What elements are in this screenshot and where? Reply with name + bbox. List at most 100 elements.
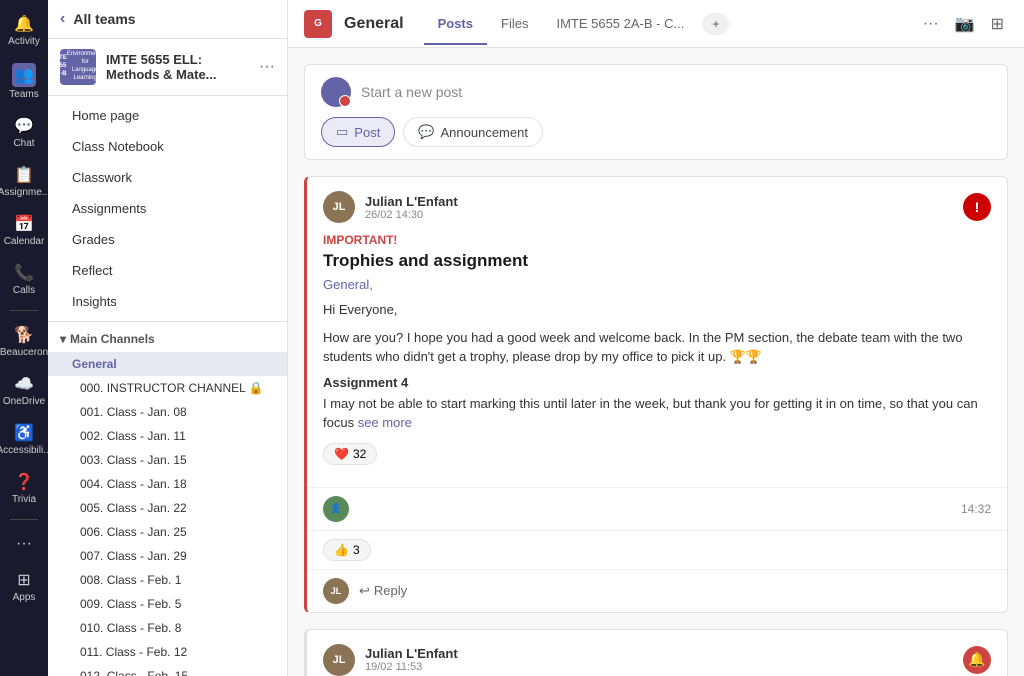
sidebar-label-apps: Apps [13,592,36,603]
post-tag-1[interactable]: General, [323,277,991,292]
header-tabs: Posts Files IMTE 5655 2A-B - C... + [424,2,730,45]
thread-user-avatar: 👤 [323,496,349,522]
tab-posts[interactable]: Posts [424,2,487,45]
post-body-intro-1: Hi Everyone, [323,300,991,320]
sidebar-item-beauceron[interactable]: 🐕 Beauceron [0,319,48,364]
post-card-2: JL Julian L'Enfant 19/02 11:53 🔔 Norton,… [304,629,1008,676]
sidebar-item-calendar[interactable]: 📅 Calendar [0,208,48,253]
channel-011[interactable]: 011. Class - Feb. 12 [48,640,287,664]
important-label: IMPORTANT! [323,233,991,247]
activity-icon: 🔔 [14,14,34,34]
video-call-button[interactable]: 📷 [951,10,979,38]
sidebar-label-activity: Activity [8,36,40,47]
sidebar-item-onedrive[interactable]: ☁️ OneDrive [0,368,48,413]
expand-button[interactable]: ⊞ [987,10,1008,38]
header-actions: ··· 📷 ⊞ [919,10,1008,38]
reply-btn-area: JL ↩ Reply [307,569,1007,612]
reactions-1: ❤️ 32 [323,443,991,465]
nav-insights[interactable]: Insights [48,286,287,317]
sidebar-item-more[interactable]: ··· [0,528,48,560]
add-tab-button[interactable]: + [702,13,729,35]
channel-002[interactable]: 002. Class - Jan. 11 [48,424,287,448]
reply-button[interactable]: ↩ Reply [359,583,407,599]
channel-009[interactable]: 009. Class - Feb. 5 [48,592,287,616]
channel-003[interactable]: 003. Class - Jan. 15 [48,448,287,472]
nav-class-notebook[interactable]: Class Notebook [48,131,287,162]
heart-emoji: ❤️ [334,447,349,461]
channel-icon: G [304,10,332,38]
sidebar-item-teams[interactable]: 👥 Teams [0,57,48,106]
channel-instructor[interactable]: 000. INSTRUCTOR CHANNEL 🔒 [48,376,287,400]
nav-classwork[interactable]: Classwork [48,162,287,193]
more-icon: ··· [14,534,34,554]
post-button[interactable]: ▭ Post [321,117,395,147]
sidebar-item-calls[interactable]: 📞 Calls [0,257,48,302]
more-options-button[interactable]: ··· [919,11,943,37]
channel-004[interactable]: 004. Class - Jan. 18 [48,472,287,496]
tab-files[interactable]: Files [487,2,542,45]
post-card-1: JL Julian L'Enfant 26/02 14:30 ! IMPORTA… [304,176,1008,613]
channel-general[interactable]: General [48,352,287,376]
thumbs-emoji: 👍 [334,543,349,557]
announcement-btn-label: Announcement [441,125,528,140]
post-section-title-1: Assignment 4 [323,375,991,390]
reply-area-1: 👤 14:32 [307,487,1007,530]
new-post-buttons: ▭ Post 💬 Announcement [321,117,991,147]
chat-icon: 💬 [14,116,34,136]
channel-006[interactable]: 006. Class - Jan. 25 [48,520,287,544]
channels-label: Main Channels [70,332,155,346]
post-header-1: JL Julian L'Enfant 26/02 14:30 ! [323,191,991,223]
channel-008[interactable]: 008. Class - Feb. 1 [48,568,287,592]
channels-header[interactable]: ▾ Main Channels [48,326,287,352]
accessibility-icon: ♿ [14,423,34,443]
thumbs-count: 3 [353,543,360,557]
calendar-icon: 📅 [14,214,34,234]
sidebar-item-assignments[interactable]: 📋 Assignme... [0,159,48,204]
calls-icon: 📞 [14,263,34,283]
sidebar-label-calendar: Calendar [4,236,45,247]
post-avatar-1: JL [323,191,355,223]
channel-005[interactable]: 005. Class - Jan. 22 [48,496,287,520]
tab-imte[interactable]: IMTE 5655 2A-B - C... [542,2,698,45]
channel-010[interactable]: 010. Class - Feb. 8 [48,616,287,640]
team-avatar: IMTE5655 2A-BEnvironments forLanguage Le… [60,49,96,85]
announcement-button[interactable]: 💬 Announcement [403,117,543,147]
channels-section: ▾ Main Channels General 000. INSTRUCTOR … [48,322,287,676]
new-post-placeholder[interactable]: Start a new post [361,84,462,100]
sidebar-item-chat[interactable]: 💬 Chat [0,110,48,155]
sidebar-item-trivia[interactable]: ❓ Trivia [0,466,48,511]
sidebar-label-accessibility: Accessibili... [0,445,52,456]
nav-menu: Home page Class Notebook Classwork Assig… [48,96,287,322]
channel-001[interactable]: 001. Class - Jan. 08 [48,400,287,424]
sidebar-item-activity[interactable]: 🔔 Activity [0,8,48,53]
sidebar-label-calls: Calls [13,285,35,296]
new-post-header: Start a new post [321,77,991,107]
post-avatar-2: JL [323,644,355,676]
team-more-button[interactable]: ··· [259,58,275,76]
heart-reaction[interactable]: ❤️ 32 [323,443,377,465]
sidebar-item-apps[interactable]: ⊞ Apps [0,564,48,609]
back-to-teams[interactable]: ‹ All teams [48,0,287,39]
post-inner-2: JL Julian L'Enfant 19/02 11:53 🔔 Norton,… [307,630,1007,676]
post-body-para-1: How are you? I hope you had a good week … [323,328,991,367]
sidebar-divider-2 [10,519,38,520]
nav-grades[interactable]: Grades [48,224,287,255]
sidebar-item-accessibility[interactable]: ♿ Accessibili... [0,417,48,462]
see-more-link[interactable]: see more [358,415,412,430]
post-time-2: 19/02 11:53 [365,661,953,673]
main-content: G General Posts Files IMTE 5655 2A-B - C… [288,0,1024,676]
post-author-info-2: Julian L'Enfant 19/02 11:53 [365,646,953,673]
chevron-down-icon: ▾ [60,332,66,346]
thumbs-reaction[interactable]: 👍 3 [323,539,371,561]
channel-012[interactable]: 012. Class - Feb. 15 [48,664,287,676]
thread-time: 14:32 [961,502,991,516]
channel-title: General [344,15,404,33]
nav-assignments[interactable]: Assignments [48,193,287,224]
nav-reflect[interactable]: Reflect [48,255,287,286]
team-nav: ‹ All teams IMTE5655 2A-BEnvironments fo… [48,0,288,676]
channel-007[interactable]: 007. Class - Jan. 29 [48,544,287,568]
post-author-name-2: Julian L'Enfant [365,646,953,661]
sidebar-label-teams: Teams [9,89,38,100]
team-name: IMTE 5655 ELL: Methods & Mate... [106,52,249,82]
nav-home-page[interactable]: Home page [48,100,287,131]
